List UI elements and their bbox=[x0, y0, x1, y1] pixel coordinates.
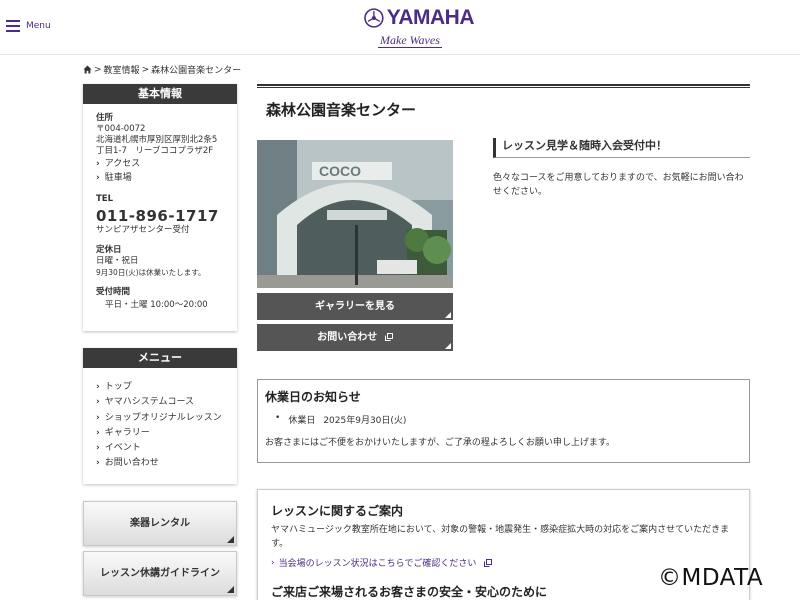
chevron-right-icon: › bbox=[96, 443, 100, 454]
address-line-2: 丁目1-7 リーブココプラザ2F bbox=[96, 146, 214, 156]
page: Menu YAMAHA Make Waves > 教室情報 > 森林公園音楽セン… bbox=[0, 0, 800, 600]
chevron-right-icon: › bbox=[96, 397, 100, 408]
parking-link-label: 駐車場 bbox=[104, 173, 132, 183]
access-link[interactable]: › アクセス bbox=[96, 157, 237, 171]
building-photo: COCO bbox=[257, 140, 453, 288]
instrument-rental-button[interactable]: 楽器レンタル bbox=[83, 501, 237, 546]
lesson-description: 色々なコースをご用意しておりますので、お気軽にお問い合わせください。 bbox=[493, 173, 744, 197]
corner-arrow-icon bbox=[227, 586, 234, 593]
tel-note: サンピアザセンター受付 bbox=[96, 225, 190, 235]
postal-code: 〒004-0072 bbox=[96, 124, 146, 134]
lesson-cancellation-guideline-button[interactable]: レッスン休講ガイドライン bbox=[83, 551, 237, 596]
bullet-label: 休業日 bbox=[288, 416, 316, 426]
access-link-label: アクセス bbox=[104, 159, 141, 169]
notice-bullet: • 休業日 2025年9月30日(火) bbox=[275, 413, 742, 426]
menu-heading: メニュー bbox=[83, 348, 237, 368]
closed-days-label: 定休日 bbox=[96, 245, 122, 255]
title-rule bbox=[257, 84, 750, 88]
contact-button-label: お問い合わせ bbox=[317, 332, 378, 343]
bullet-icon: • bbox=[275, 413, 281, 423]
yamaha-logo[interactable]: YAMAHA Make Waves bbox=[364, 6, 475, 51]
home-icon[interactable] bbox=[83, 65, 92, 74]
closure-notice: 休業日のお知らせ • 休業日 2025年9月30日(火) お客さまにはご不便をお… bbox=[257, 379, 750, 463]
menu-item-label: ヤマハシステムコース bbox=[104, 397, 194, 408]
breadcrumb-separator: > bbox=[94, 64, 102, 75]
parking-link[interactable]: › 駐車場 bbox=[96, 171, 237, 185]
chevron-right-icon: › bbox=[96, 458, 100, 469]
closed-days: 日曜・祝日 bbox=[96, 256, 139, 266]
basic-info-panel: 基本情報 住所 〒004-0072 北海道札幌市厚別区厚別北2条5 丁目1-7 … bbox=[83, 84, 237, 331]
menu-label: Menu bbox=[26, 21, 51, 31]
breadcrumb: > 教室情報 > 森林公園音楽センター bbox=[83, 63, 241, 76]
watermark: ©MDATA bbox=[658, 565, 764, 591]
hours-label: 受付時間 bbox=[96, 287, 131, 297]
basic-info-heading: 基本情報 bbox=[83, 84, 237, 104]
menu-item-contact[interactable]: › お問い合わせ bbox=[96, 456, 237, 471]
lesson-heading: レッスン見学＆随時入会受付中！ bbox=[493, 138, 750, 158]
address-line-1: 北海道札幌市厚別区厚別北2条5 bbox=[96, 135, 218, 145]
notice-heading: 休業日のお知らせ bbox=[265, 390, 361, 404]
instrument-rental-label: 楽器レンタル bbox=[130, 518, 190, 529]
address-label: 住所 bbox=[96, 113, 114, 123]
external-link-icon bbox=[384, 333, 393, 341]
chevron-right-icon: › bbox=[96, 159, 100, 169]
menu-item-label: ギャラリー bbox=[104, 427, 150, 438]
menu-panel: メニュー › トップ › ヤマハシステムコース › ショップオリジナルレッスン › ギャ… bbox=[83, 348, 237, 484]
breadcrumb-separator: > bbox=[141, 64, 150, 75]
chevron-right-icon: › bbox=[271, 557, 275, 568]
menu-button[interactable]: Menu bbox=[6, 20, 51, 32]
menu-item-original-lesson[interactable]: › ショップオリジナルレッスン bbox=[96, 411, 237, 426]
lesson-status-link-label: 当会場のレッスン状況はこちらでご確認ください bbox=[278, 559, 477, 569]
menu-item-gallery[interactable]: › ギャラリー bbox=[96, 426, 237, 441]
menu-item-label: ショップオリジナルレッスン bbox=[104, 412, 222, 423]
menu-item-event[interactable]: › イベント bbox=[96, 441, 237, 456]
chevron-right-icon: › bbox=[96, 173, 100, 183]
bullet-date: 2025年9月30日(火) bbox=[323, 416, 407, 426]
tel-label: TEL bbox=[96, 194, 114, 204]
corner-arrow-icon bbox=[445, 312, 451, 318]
svg-text:COCO: COCO bbox=[319, 163, 361, 179]
menu-item-label: お問い合わせ bbox=[104, 458, 159, 469]
menu-item-label: トップ bbox=[104, 382, 132, 392]
external-link-icon bbox=[484, 558, 493, 567]
closed-note: 9月30日(火)は休業いたします。 bbox=[96, 268, 206, 277]
notice-text: お客さまにはご不便をおかけいたしますが、ご了承の程よろしくお願い申し上げます。 bbox=[265, 438, 615, 448]
brand-tagline: Make Waves bbox=[378, 33, 442, 48]
contact-button[interactable]: お問い合わせ bbox=[257, 324, 453, 351]
gallery-button[interactable]: ギャラリーを見る bbox=[257, 293, 453, 320]
corner-arrow-icon bbox=[227, 536, 234, 543]
guide-text: ヤマハミュージック教室所在地において、対象の警報・地震発生・感染症拡大時の対応を… bbox=[271, 525, 730, 549]
breadcrumb-current: 森林公園音楽センター bbox=[151, 66, 242, 76]
page-title: 森林公園音楽センター bbox=[266, 101, 417, 119]
hamburger-icon bbox=[6, 20, 20, 32]
menu-item-system-course[interactable]: › ヤマハシステムコース bbox=[96, 395, 237, 410]
breadcrumb-classroom-info[interactable]: 教室情報 bbox=[104, 63, 140, 76]
tuning-fork-emblem-icon bbox=[364, 8, 384, 28]
site-header: Menu YAMAHA Make Waves bbox=[0, 0, 800, 55]
chevron-right-icon: › bbox=[96, 412, 100, 423]
menu-item-label: イベント bbox=[104, 443, 141, 454]
menu-item-top[interactable]: › トップ bbox=[96, 380, 237, 395]
brand-name: YAMAHA bbox=[386, 6, 475, 29]
chevron-right-icon: › bbox=[96, 427, 100, 438]
gallery-button-label: ギャラリーを見る bbox=[315, 301, 395, 312]
guide-heading: レッスンに関するご案内 bbox=[271, 504, 404, 518]
corner-arrow-icon bbox=[445, 343, 451, 349]
chevron-right-icon: › bbox=[96, 382, 100, 392]
tel-number[interactable]: 011-896-1717 bbox=[96, 207, 237, 225]
guideline-label: レッスン休講ガイドライン bbox=[100, 568, 220, 579]
business-hours: 平日・土曜 10:00～20:00 bbox=[105, 300, 208, 310]
